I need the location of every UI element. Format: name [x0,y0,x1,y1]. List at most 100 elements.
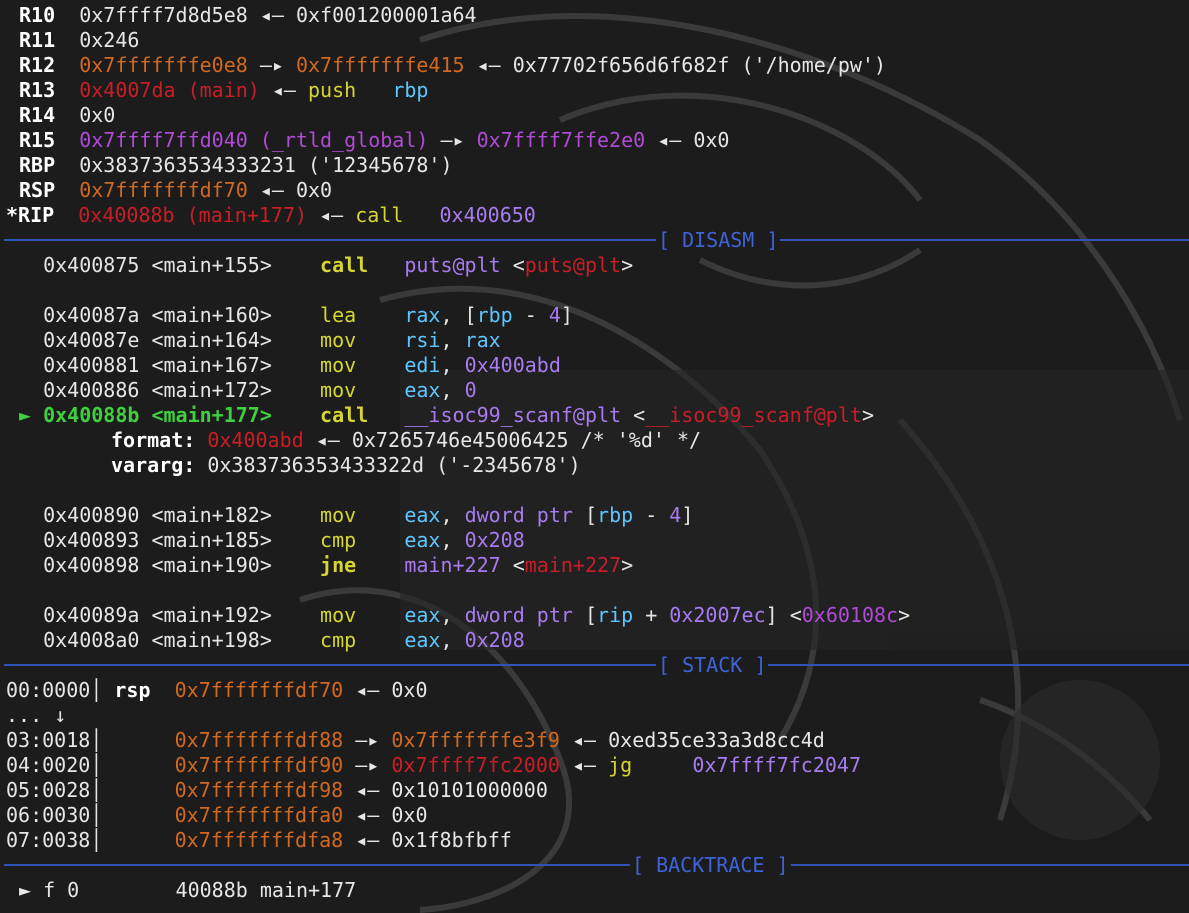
pc-marker-icon [19,353,43,377]
register-value: —▸ [428,128,477,152]
register-value: 0x7ffff7ffd040 (_rtld_global) [79,128,429,152]
stack-value: 0x7fffffffe3f9 [391,728,560,752]
register-value: 0x0 [79,103,116,127]
stack-row: 05:0028│ 0x7fffffffdf98 ◂— 0x10101000000 [6,778,548,803]
register-name: R14 [19,103,56,127]
instruction-operand: main+227 [524,553,622,577]
register-value: 0x7ffff7ffe2e0 [476,128,646,152]
pc-marker-icon [19,528,43,552]
instruction-operand: , [440,528,465,552]
instruction-operand: eax [404,528,441,552]
register-name: RBP [19,153,56,177]
register-value: ◂— [307,203,356,227]
stack-register-label [114,753,150,777]
instruction-mnemonic: lea [320,303,357,327]
instruction-operand: - [633,503,670,527]
instruction-row: 0x400898 <main+190> jne main+227 <main+2… [19,553,633,578]
instruction-mnemonic: mov [320,603,357,627]
instruction-operand: 0x2007ec [669,603,766,627]
instruction-operand: rip [597,603,634,627]
stack-value: —▸ [343,728,392,752]
stack-offset: 06:0030 [6,803,91,827]
disasm-header: [ DISASM ] [656,228,781,252]
instruction-operand: < [500,553,525,577]
argument-label: vararg: [111,453,196,477]
stack-skip-row: ... ↓ [6,703,66,728]
register-row: R12 0x7fffffffe0e8 —▸ 0x7fffffffe415 ◂— … [19,53,886,78]
stack-divider-bar: │ [90,753,103,777]
pc-marker-icon [19,378,43,402]
instruction-row: 0x400890 <main+182> mov eax, dword ptr [… [19,503,693,528]
register-value: ◂— [259,78,309,102]
stack-offset: 05:0028 [6,778,91,802]
register-value: ◂— [247,3,296,27]
stack-value: 0x7fffffffdf70 [174,678,344,702]
register-row: R14 0x0 [19,103,115,128]
register-value: 0x0 [693,128,730,152]
instruction-mnemonic: call [320,403,369,427]
register-value: ◂— [645,128,694,152]
stack-offset: 07:0038 [6,828,91,852]
stack-row: 07:0038│ 0x7fffffffdfa8 ◂— 0x1f8bfbff [6,828,512,853]
stack-offset: 03:0018 [6,728,91,752]
stack-row: 03:0018│ 0x7fffffffdf88 —▸ 0x7fffffffe3f… [6,728,825,753]
instruction-operand: < [500,253,525,277]
gdb-pwndbg-terminal[interactable]: R10 0x7ffff7d8d5e8 ◂— 0xf001200001a64 R11… [0,0,1189,913]
instruction-operand: dword ptr [464,503,573,527]
register-name: R15 [19,128,56,152]
instruction-operand: , [440,603,465,627]
register-value: rbp [392,78,429,102]
stack-row: 00:0000│ rsp 0x7fffffffdf70 ◂— 0x0 [6,678,427,703]
instruction-operand: [ [572,603,598,627]
stack-value: ◂— [343,828,392,852]
stack-value: 0x1f8bfbff [391,828,512,852]
instruction-operand: dword ptr [464,603,573,627]
register-value: ◂— [247,178,296,202]
instruction-operand: 0x60108c [801,603,899,627]
stack-register-label: rsp [114,678,151,702]
instruction-address: 0x40088b <main+177> [43,403,272,427]
instruction-address: 0x400898 <main+190> [43,553,272,577]
pc-marker-icon [19,553,43,577]
pc-marker-icon [19,253,43,277]
instruction-mnemonic: mov [320,328,357,352]
instruction-operand: rax [404,303,441,327]
instruction-mnemonic: cmp [320,528,357,552]
register-row: R11 0x246 [19,28,139,53]
instruction-address: 0x4008a0 <main+198> [43,628,272,652]
stack-row: 06:0030│ 0x7fffffffdfa0 ◂— 0x0 [6,803,427,828]
instruction-operand: rax [464,328,501,352]
instruction-address: 0x40087e <main+164> [43,328,272,352]
instruction-operand: rbp [476,303,513,327]
stack-value: 0x7fffffffdfa0 [174,803,344,827]
instruction-operand: eax [404,503,441,527]
instruction-row: 0x400881 <main+167> mov edi, 0x400abd [19,353,561,378]
stack-value: 0x7ffff7fc2047 [692,753,861,777]
stack-register-label [114,778,150,802]
stack-value: ◂— [559,728,609,752]
instruction-operand: ] < [765,603,802,627]
register-name: *RIP [6,203,55,227]
instruction-operand: main+227 [404,553,501,577]
instruction-operand: rbp [597,503,634,527]
register-value: 0xf001200001a64 [295,3,477,27]
register-name: R11 [19,28,56,52]
pc-marker-icon [19,303,43,327]
instruction-mnemonic: call [320,253,369,277]
register-value [403,203,439,227]
stack-value: —▸ [343,753,392,777]
register-value: 0x3837363534333231 ('12345678') [79,153,453,177]
register-value: call [355,203,404,227]
instruction-operand: , [440,328,465,352]
stack-divider-bar: │ [90,728,103,752]
frame-symbol: main+177 [259,878,357,902]
instruction-row: 0x400886 <main+172> mov eax, 0 [19,378,477,403]
register-name: RSP [19,178,56,202]
stack-offset: 00:0000 [6,678,91,702]
instruction-address: 0x400893 <main+185> [43,528,272,552]
instruction-address: 0x400881 <main+167> [43,353,272,377]
register-value: 0x7fffffffe415 [295,53,465,77]
register-value: ◂— [464,53,513,77]
instruction-operand: edi [404,353,441,377]
current-instruction-row: ► 0x40088b <main+177> call __isoc99_scan… [19,403,874,428]
